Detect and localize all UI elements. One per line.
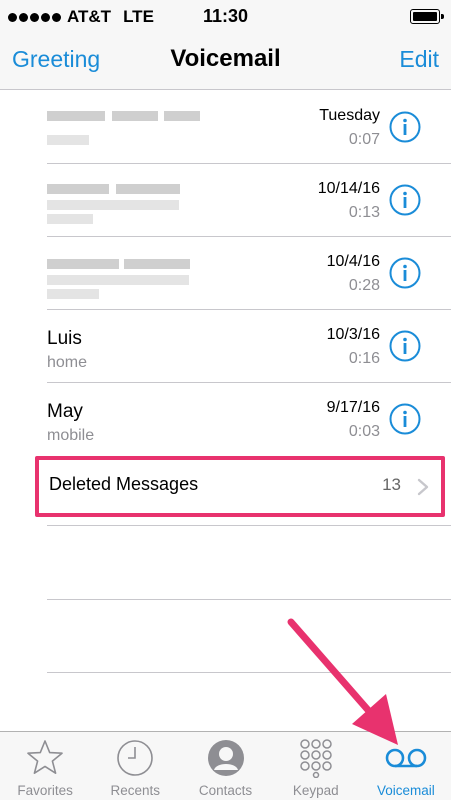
voicemail-date: Tuesday xyxy=(319,107,380,124)
redacted-name xyxy=(47,259,119,269)
tab-contacts[interactable]: Contacts xyxy=(180,732,270,800)
list-separator xyxy=(47,599,451,600)
tab-bar: Favorites Recents Contacts Keypad Voicem… xyxy=(0,731,451,800)
status-time: 11:30 xyxy=(202,6,249,26)
list-separator xyxy=(47,525,451,526)
voicemail-row[interactable]: May mobile 9/17/16 0:03 xyxy=(0,383,451,456)
battery-icon xyxy=(410,9,444,24)
info-icon[interactable] xyxy=(389,330,421,362)
edit-button[interactable]: Edit xyxy=(399,46,439,73)
voicemail-duration: 0:16 xyxy=(348,350,380,367)
voicemail-date: 9/17/16 xyxy=(326,399,380,416)
redacted-name xyxy=(47,200,179,210)
redacted-name xyxy=(116,184,180,194)
redacted-name xyxy=(112,111,158,121)
caller-name: Luis xyxy=(47,328,82,349)
tab-label: Voicemail xyxy=(377,783,435,798)
voicemail-date: 10/3/16 xyxy=(326,326,380,343)
status-bar: AT&T LTE 11:30 xyxy=(0,0,451,34)
voicemail-duration: 0:03 xyxy=(348,423,380,440)
clock-icon xyxy=(117,740,154,776)
tab-label: Contacts xyxy=(198,783,253,798)
highlight-annotation xyxy=(35,456,445,517)
caller-name: May xyxy=(47,401,83,422)
voicemail-row[interactable]: Tuesday 0:07 xyxy=(0,91,451,164)
redacted-name xyxy=(47,275,189,285)
star-icon xyxy=(27,740,63,775)
navigation-bar: Greeting Voicemail Edit xyxy=(0,34,451,90)
tab-favorites[interactable]: Favorites xyxy=(0,732,90,800)
voicemail-date: 10/14/16 xyxy=(317,180,380,197)
tab-label: Favorites xyxy=(17,783,73,798)
tab-keypad[interactable]: Keypad xyxy=(271,732,361,800)
caller-label: mobile xyxy=(47,427,95,444)
tab-label: Keypad xyxy=(292,783,339,798)
redacted-name xyxy=(164,111,200,121)
tab-voicemail[interactable]: Voicemail xyxy=(361,732,451,800)
info-icon[interactable] xyxy=(389,111,421,143)
redacted-name xyxy=(47,184,109,194)
voicemail-row[interactable]: Luis home 10/3/16 0:16 xyxy=(0,310,451,383)
voicemail-duration: 0:28 xyxy=(348,277,380,294)
contact-icon xyxy=(207,740,244,776)
redacted-subtitle xyxy=(47,289,99,299)
redacted-subtitle xyxy=(47,214,93,224)
voicemail-row[interactable]: 10/14/16 0:13 xyxy=(0,164,451,237)
voicemail-date: 10/4/16 xyxy=(326,253,380,270)
voicemail-row[interactable]: 10/4/16 0:28 xyxy=(0,237,451,310)
redacted-name xyxy=(47,111,105,121)
tab-label: Recents xyxy=(110,783,161,798)
info-icon[interactable] xyxy=(389,184,421,216)
voicemail-list: Tuesday 0:07 10/14/16 0:13 10/4/16 0:28 xyxy=(0,91,451,456)
page-title: Voicemail xyxy=(170,45,281,72)
redacted-name xyxy=(124,259,190,269)
voicemail-icon xyxy=(385,748,427,768)
list-separator xyxy=(47,672,451,673)
voicemail-duration: 0:07 xyxy=(348,131,380,148)
caller-label: home xyxy=(47,354,88,371)
info-icon[interactable] xyxy=(389,403,421,435)
voicemail-duration: 0:13 xyxy=(348,204,380,221)
info-icon[interactable] xyxy=(389,257,421,289)
tab-recents[interactable]: Recents xyxy=(90,732,180,800)
redacted-subtitle xyxy=(47,135,89,145)
keypad-icon xyxy=(299,739,332,778)
